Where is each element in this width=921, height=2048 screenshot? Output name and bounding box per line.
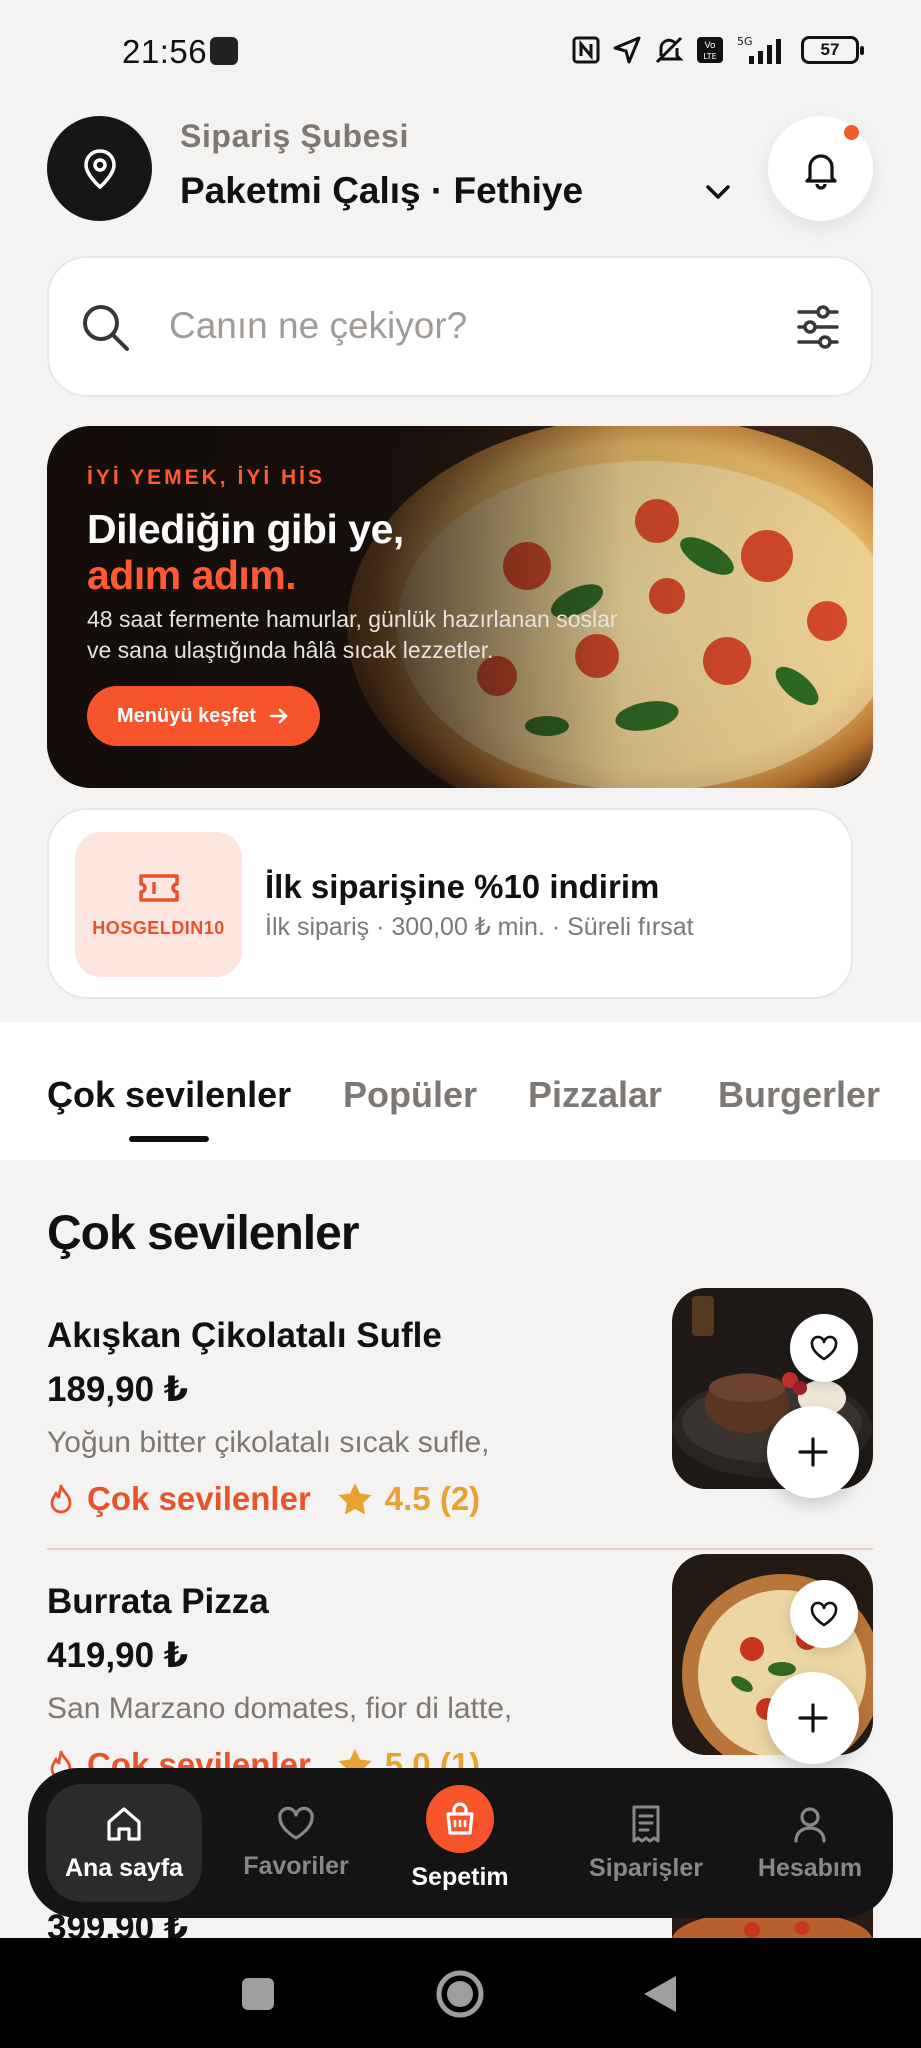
bell-icon xyxy=(804,153,837,190)
battery-level: 57 xyxy=(820,40,840,59)
svg-text:Vo: Vo xyxy=(705,41,716,51)
tab-populer[interactable]: Popüler xyxy=(343,1074,477,1116)
hero-banner[interactable]: İYİ YEMEK, İYİ HİS Dilediğin gibi ye, ad… xyxy=(47,426,873,788)
recents-icon[interactable] xyxy=(240,1976,276,2012)
product-tag: Çok sevilenler xyxy=(87,1480,311,1517)
active-tab-indicator xyxy=(129,1136,209,1142)
nav-account[interactable]: Hesabım xyxy=(740,1784,880,1902)
product-name: Burrata Pizza xyxy=(47,1582,269,1621)
status-icons: Vo LTE 5G 57 xyxy=(571,34,864,66)
nfc-icon xyxy=(572,36,600,64)
search-bar[interactable] xyxy=(47,256,873,397)
location-badge[interactable] xyxy=(47,116,152,221)
plus-icon xyxy=(798,1437,828,1467)
coupon-title: İlk siparişine %10 indirim xyxy=(265,868,660,905)
tab-burgerler[interactable]: Burgerler xyxy=(718,1074,880,1116)
heart-icon xyxy=(278,1806,314,1840)
cart-badge xyxy=(426,1784,494,1853)
status-bar: 21:56 Vo LTE 5G 57 xyxy=(0,0,921,100)
signal-icon: 5G xyxy=(737,35,781,64)
explore-menu-button[interactable]: Menüyü keşfet xyxy=(87,686,320,746)
chevron-down-icon[interactable] xyxy=(702,176,734,208)
hero-title-line2: adım adım. xyxy=(87,552,297,598)
nav-favorites-label: Favoriler xyxy=(243,1851,349,1880)
system-navigation-bar xyxy=(0,1938,921,2048)
home-icon xyxy=(107,1806,141,1841)
search-input[interactable] xyxy=(169,296,729,356)
nav-cart[interactable]: Sepetim xyxy=(382,1784,538,1902)
bell-off-icon xyxy=(655,36,684,64)
explore-menu-label: Menüyü keşfet xyxy=(117,704,256,727)
notification-button[interactable] xyxy=(768,116,873,221)
favorite-button[interactable] xyxy=(790,1314,858,1382)
battery-icon: 57 xyxy=(801,36,864,64)
search-icon xyxy=(83,305,129,351)
status-time: 21:56 xyxy=(122,33,208,70)
arrow-right-icon xyxy=(269,708,288,724)
app-notification-icon xyxy=(210,37,238,65)
nav-orders[interactable]: Siparişler xyxy=(558,1784,734,1902)
add-to-cart-button[interactable] xyxy=(767,1672,859,1764)
hero-eyebrow: İYİ YEMEK, İYİ HİS xyxy=(87,466,325,489)
product-price: 419,90 ₺ xyxy=(47,1636,189,1675)
heart-icon xyxy=(810,1335,838,1361)
product-rating: 4.5 (2) xyxy=(384,1480,481,1517)
star-icon xyxy=(338,1483,372,1515)
product-name: Akışkan Çikolatalı Sufle xyxy=(47,1316,442,1355)
product-price: 189,90 ₺ xyxy=(47,1370,189,1409)
svg-text:LTE: LTE xyxy=(703,52,716,61)
tab-cok-sevilenler[interactable]: Çok sevilenler xyxy=(47,1074,291,1116)
hero-description: 48 saat fermente hamurlar, günlük hazırl… xyxy=(87,606,618,663)
shopping-bag-icon xyxy=(446,1801,474,1835)
navigation-icon xyxy=(613,36,641,64)
notification-dot xyxy=(844,125,859,140)
map-pin-icon xyxy=(83,148,116,189)
hero-title-line1: Dilediğin gibi ye, xyxy=(87,506,404,552)
receipt-icon xyxy=(632,1805,660,1842)
flame-icon xyxy=(50,1484,72,1514)
coupon-code: HOSGELDIN10 xyxy=(92,918,225,938)
product-card[interactable]: Akışkan Çikolatalı Sufle 189,90 ₺ Yoğun … xyxy=(47,1288,873,1526)
product-description: San Marzano domates, fior di latte, xyxy=(47,1692,513,1725)
home-button-icon[interactable] xyxy=(435,1969,485,2019)
ticket-icon xyxy=(138,874,179,902)
heart-icon xyxy=(810,1601,838,1627)
back-icon[interactable] xyxy=(642,1974,678,2014)
product-card[interactable]: Burrata Pizza 419,90 ₺ San Marzano domat… xyxy=(47,1554,873,1783)
coupon-code-box: HOSGELDIN10 xyxy=(75,832,242,977)
tab-pizzalar[interactable]: Pizzalar xyxy=(528,1074,662,1116)
coupon-card[interactable]: HOSGELDIN10 İlk siparişine %10 indirim İ… xyxy=(47,808,853,999)
favorite-button[interactable] xyxy=(790,1580,858,1648)
branch-label: Sipariş Şubesi xyxy=(180,118,409,154)
bottom-navigation: Ana sayfa Favoriler Sepetim Siparişler H… xyxy=(28,1768,893,1918)
user-icon xyxy=(794,1806,826,1843)
nav-orders-label: Siparişler xyxy=(589,1853,703,1882)
nav-home[interactable]: Ana sayfa xyxy=(46,1784,202,1902)
section-title: Çok sevilenler xyxy=(47,1207,359,1260)
plus-icon xyxy=(798,1703,828,1733)
product-divider xyxy=(47,1548,873,1550)
branch-selector[interactable]: Paketmi Çalış · Fethiye xyxy=(180,170,583,212)
add-to-cart-button[interactable] xyxy=(767,1406,859,1498)
nav-favorites[interactable]: Favoriler xyxy=(218,1784,374,1902)
nav-home-label: Ana sayfa xyxy=(64,1853,184,1882)
volte-icon: VoLTE xyxy=(697,37,723,63)
nav-account-label: Hesabım xyxy=(757,1853,863,1882)
coupon-subtitle: İlk sipariş · 300,00 ₺ min. · Süreli fır… xyxy=(265,913,694,941)
svg-text:5G: 5G xyxy=(737,35,753,48)
filter-icon[interactable] xyxy=(795,304,841,350)
product-meta: Çok sevilenler 4.5 (2) xyxy=(47,1480,480,1518)
nav-cart-label: Sepetim xyxy=(411,1862,509,1891)
category-tabs: Çok sevilenler Popüler Pizzalar Burgerle… xyxy=(0,1022,921,1160)
product-description: Yoğun bitter çikolatalı sıcak sufle, xyxy=(47,1426,490,1459)
